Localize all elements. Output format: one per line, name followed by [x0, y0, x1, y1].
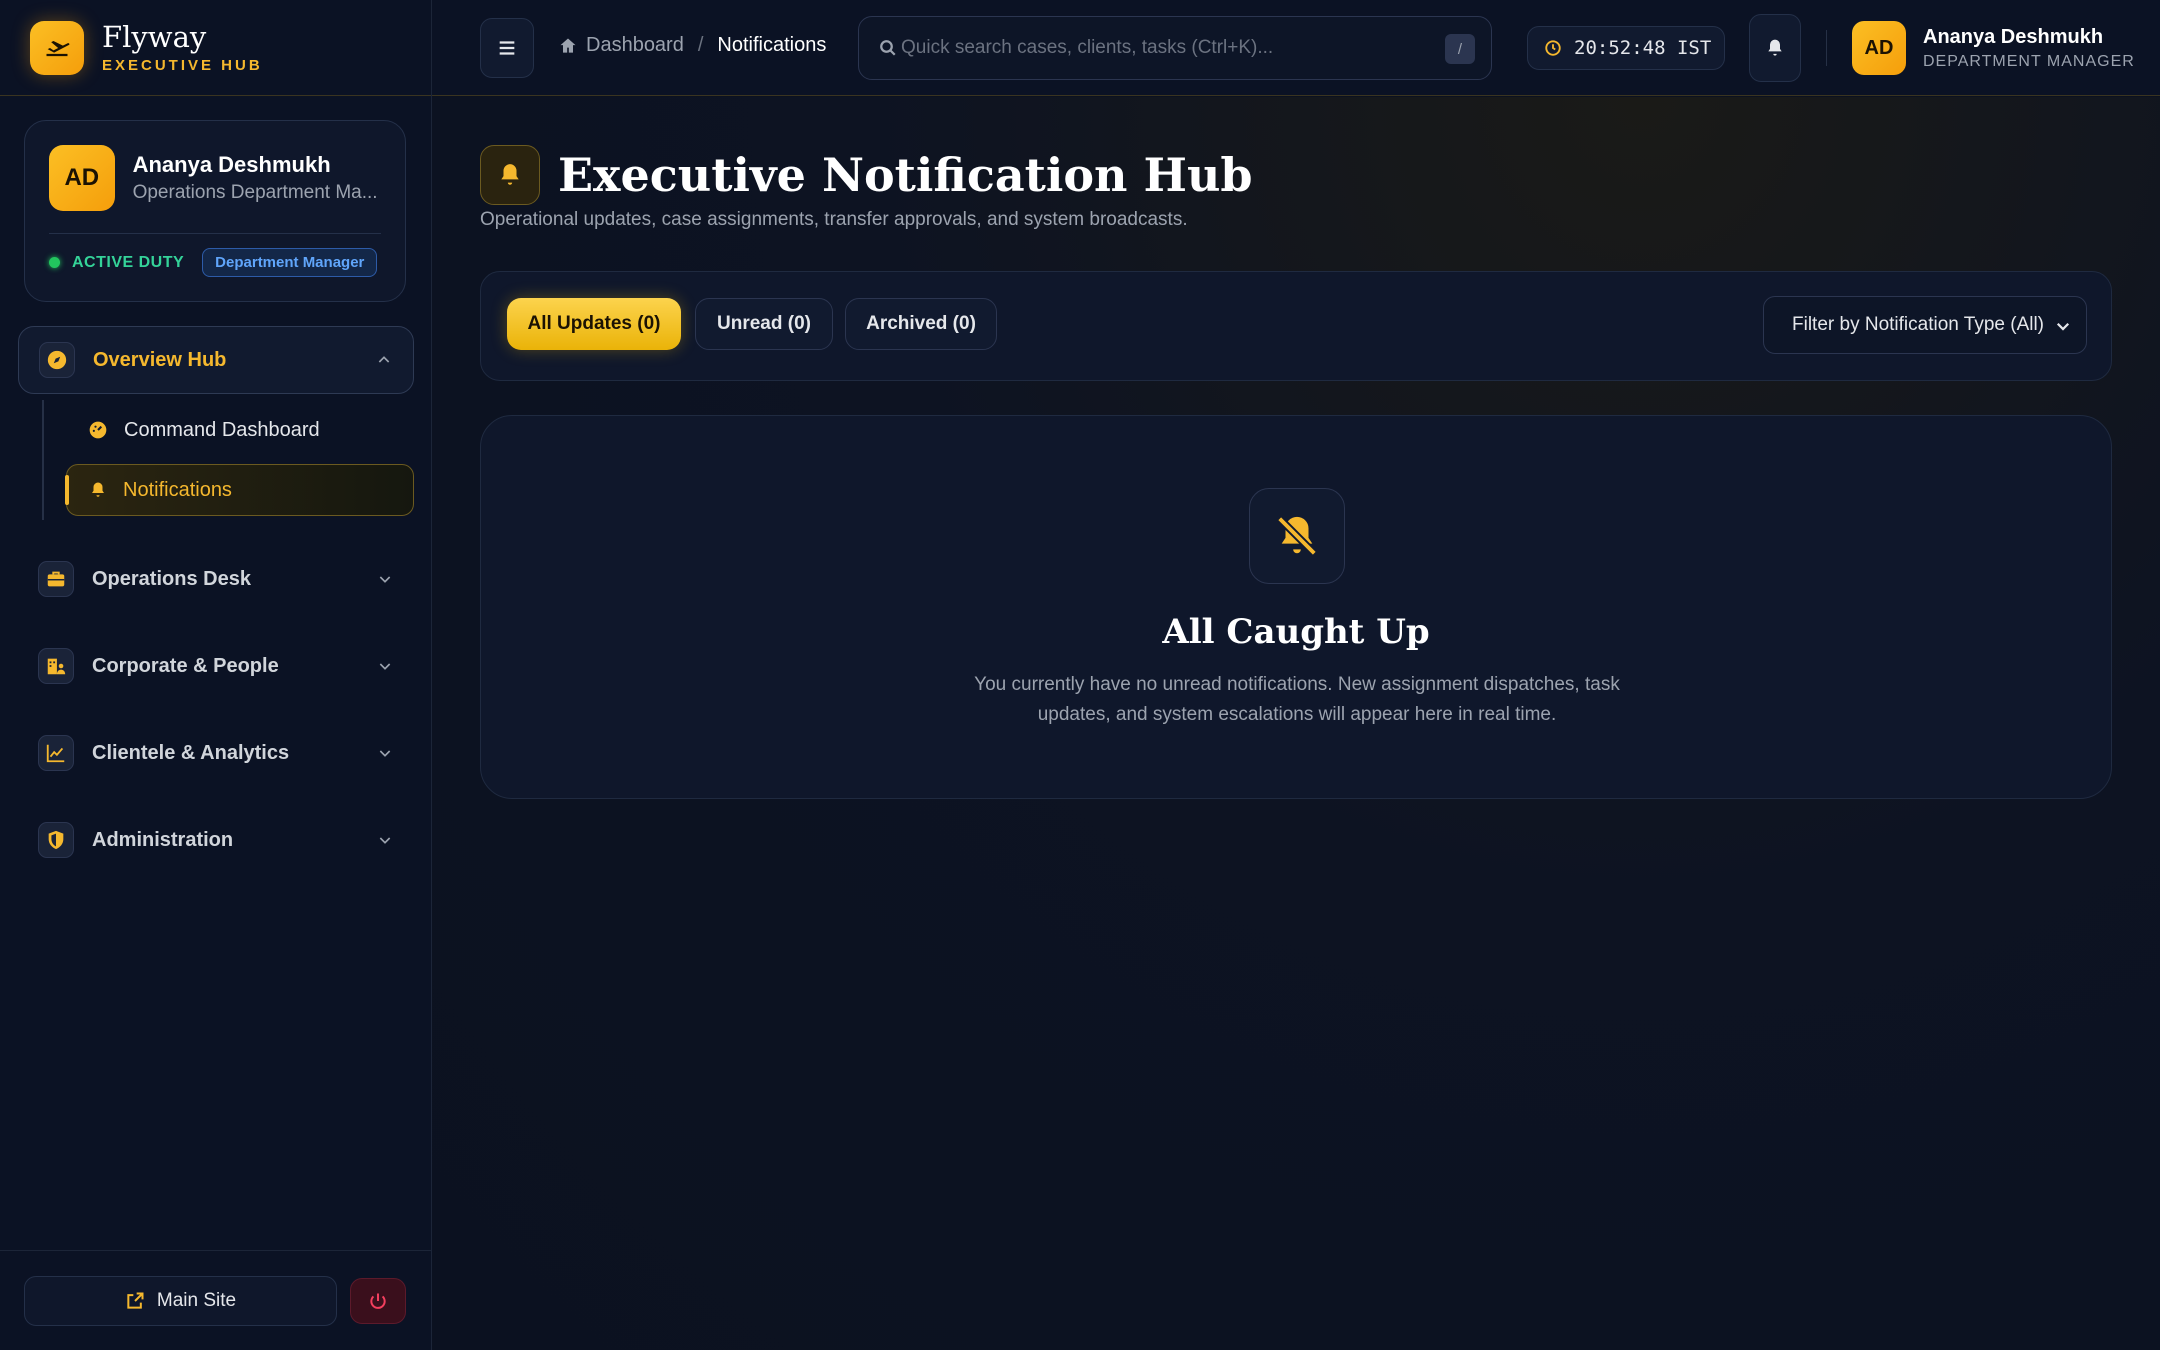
building-people-icon [38, 648, 74, 684]
plane-logo-icon [30, 20, 84, 75]
empty-state-title: All Caught Up [1162, 612, 1430, 652]
clock-icon [1545, 40, 1561, 56]
main-site-label: Main Site [156, 1289, 237, 1311]
tab-all-updates[interactable]: All Updates (0) [507, 298, 681, 350]
sidebar-group-label: Administration [92, 828, 234, 851]
sidebar-group-overview-hub[interactable]: Overview Hub [18, 326, 414, 394]
main-content: Executive Notification Hub Operational u… [432, 97, 2160, 1350]
bell-icon [92, 482, 104, 497]
clock: 20:52:48 IST [1527, 26, 1725, 70]
home-icon [560, 38, 576, 53]
sidebar-group-clientele-analytics[interactable]: Clientele & Analytics [18, 719, 414, 787]
search-bar: / [858, 16, 1492, 80]
notification-type-select[interactable]: Filter by Notification Type (All) [1763, 296, 2087, 354]
sidebar-item-command-dashboard[interactable]: Command Dashboard [66, 404, 414, 456]
external-link-icon [127, 1292, 144, 1309]
filter-tabs-panel: All Updates (0) Unread (0) Archived (0) … [480, 271, 2112, 381]
bell-icon [480, 145, 540, 205]
subnav-overview-hub: Command Dashboard Notifications [42, 394, 432, 526]
notification-type-value: Filter by Notification Type (All) [1792, 314, 2045, 335]
bell-icon [1768, 39, 1782, 56]
topbar: Dashboard / Notifications / 20:52:48 IST… [432, 0, 2160, 96]
user-menu[interactable]: AD Ananya Deshmukh DEPARTMENT MANAGER [1852, 21, 2135, 75]
sidebar-nav: Overview Hub Command Dashboard Notificat… [0, 326, 432, 874]
profile-name: Ananya Deshmukh [132, 152, 331, 177]
bell-off-icon [1249, 488, 1345, 584]
search-icon [880, 40, 896, 56]
status-text: ACTIVE DUTY [72, 253, 185, 271]
empty-state-card: All Caught Up You currently have no unre… [480, 415, 2112, 799]
sidebar-item-notifications[interactable]: Notifications [65, 464, 414, 516]
brand[interactable]: Flyway EXECUTIVE HUB [0, 0, 431, 96]
breadcrumb-current: Notifications [717, 34, 827, 56]
breadcrumb: Dashboard / Notifications [558, 34, 826, 57]
profile-card: AD Ananya Deshmukh Operations Department… [24, 120, 406, 302]
page-title: Executive Notification Hub [558, 148, 1253, 202]
sidebar: Flyway EXECUTIVE HUB AD Ananya Deshmukh … [0, 0, 432, 1350]
chart-line-icon [38, 735, 74, 771]
search-input[interactable] [901, 37, 1421, 59]
avatar: AD [49, 145, 115, 211]
breadcrumb-home-label: Dashboard [586, 34, 684, 56]
menu-toggle-button[interactable] [480, 18, 534, 78]
profile-role: Operations Department Ma... [132, 182, 378, 203]
divider [49, 233, 381, 234]
breadcrumb-separator: / [697, 34, 704, 56]
chevron-down-icon [376, 831, 394, 849]
sidebar-group-operations-desk[interactable]: Operations Desk [18, 545, 414, 613]
logout-button[interactable] [350, 1277, 406, 1324]
notifications-button[interactable] [1749, 14, 1801, 82]
role-badge: Department Manager [202, 248, 378, 277]
chevron-down-icon [376, 570, 394, 588]
chevron-down-icon [376, 744, 394, 762]
empty-state-description: You currently have no unread notificatio… [974, 674, 1620, 725]
divider [1826, 30, 1827, 66]
sidebar-group-label: Clientele & Analytics [92, 741, 290, 764]
sidebar-group-label: Corporate & People [92, 654, 279, 677]
clock-text: 20:52:48 IST [1574, 37, 1712, 59]
chevron-down-icon [376, 657, 394, 675]
brand-title: Flyway [102, 20, 207, 54]
status-dot-icon [49, 257, 60, 268]
sidebar-group-corporate-people[interactable]: Corporate & People [18, 632, 414, 700]
sidebar-item-label: Notifications [123, 478, 232, 501]
search-shortcut-badge: / [1445, 34, 1475, 64]
sidebar-group-label: Operations Desk [92, 567, 251, 590]
breadcrumb-home-link[interactable]: Dashboard [558, 34, 684, 57]
power-icon [370, 1293, 386, 1309]
gauge-icon [89, 421, 107, 439]
avatar: AD [1852, 21, 1906, 75]
compass-icon [39, 342, 75, 378]
tab-unread[interactable]: Unread (0) [695, 298, 833, 350]
sidebar-group-administration[interactable]: Administration [18, 806, 414, 874]
user-name: Ananya Deshmukh [1923, 25, 2104, 48]
sidebar-footer: Main Site [0, 1250, 432, 1350]
main-site-button[interactable]: Main Site [24, 1275, 337, 1326]
shield-icon [38, 822, 74, 858]
chevron-down-icon [2056, 322, 2070, 331]
sidebar-item-label: Command Dashboard [124, 418, 320, 441]
page-subtitle: Operational updates, case assignments, t… [480, 209, 1188, 230]
hamburger-icon [499, 41, 515, 55]
brand-subtitle: EXECUTIVE HUB [102, 57, 263, 74]
briefcase-icon [38, 561, 74, 597]
tab-archived[interactable]: Archived (0) [845, 298, 997, 350]
user-role: DEPARTMENT MANAGER [1923, 52, 2135, 70]
chevron-up-icon [375, 351, 393, 369]
sidebar-group-label: Overview Hub [93, 348, 227, 371]
